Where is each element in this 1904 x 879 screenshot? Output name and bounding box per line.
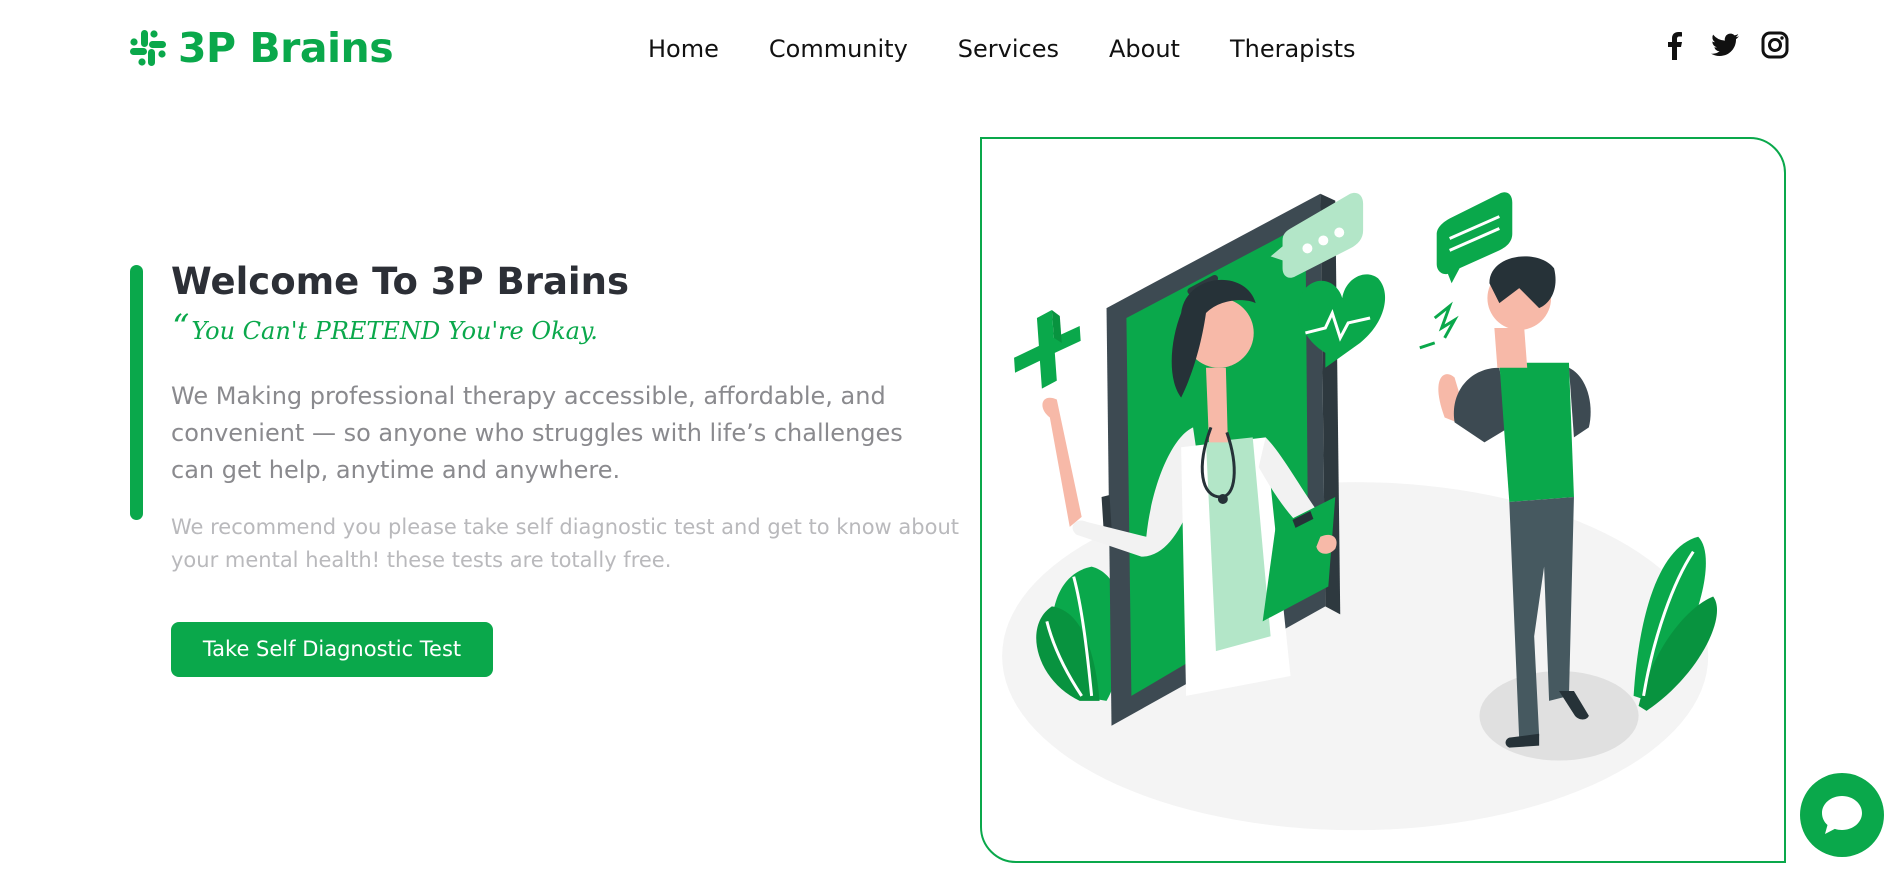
hero-title: Welcome To 3P Brains — [171, 260, 629, 303]
main-nav: Home Community Services About Therapists — [648, 32, 1355, 66]
navbar: 3P Brains Home Community Services About … — [0, 0, 1904, 98]
social-links — [1660, 30, 1790, 60]
brand-logo[interactable]: 3P Brains — [128, 24, 394, 72]
medical-cross-icon — [1014, 310, 1081, 389]
illustration-frame — [980, 137, 1786, 863]
nav-home[interactable]: Home — [648, 32, 719, 66]
facebook-link[interactable] — [1660, 30, 1690, 60]
instagram-link[interactable] — [1760, 30, 1790, 60]
chat-button[interactable] — [1800, 773, 1884, 857]
twitter-link[interactable] — [1710, 30, 1740, 60]
hero-description: We Making professional therapy accessibl… — [171, 382, 903, 484]
hero-quote: “You Can't PRETEND You're Okay. — [172, 310, 598, 348]
brand-name: 3P Brains — [178, 24, 394, 72]
instagram-icon — [1761, 31, 1789, 59]
quote-mark: “ — [172, 307, 190, 347]
twitter-icon — [1711, 33, 1739, 57]
logo-grid-icon — [130, 30, 166, 66]
nav-services[interactable]: Services — [958, 32, 1059, 66]
hero-note: We recommend you please take self diagno… — [171, 515, 960, 572]
take-test-button[interactable]: Take Self Diagnostic Test — [171, 622, 493, 677]
nav-therapists[interactable]: Therapists — [1230, 32, 1356, 66]
nav-community[interactable]: Community — [769, 32, 908, 66]
quote-text: You Can't PRETEND You're Okay. — [191, 317, 598, 345]
facebook-icon — [1668, 32, 1682, 60]
accent-bar — [130, 265, 143, 520]
doctor-in-phone-illustration — [1002, 192, 1718, 831]
chat-bubble-icon — [1822, 796, 1862, 834]
nav-about[interactable]: About — [1109, 32, 1180, 66]
